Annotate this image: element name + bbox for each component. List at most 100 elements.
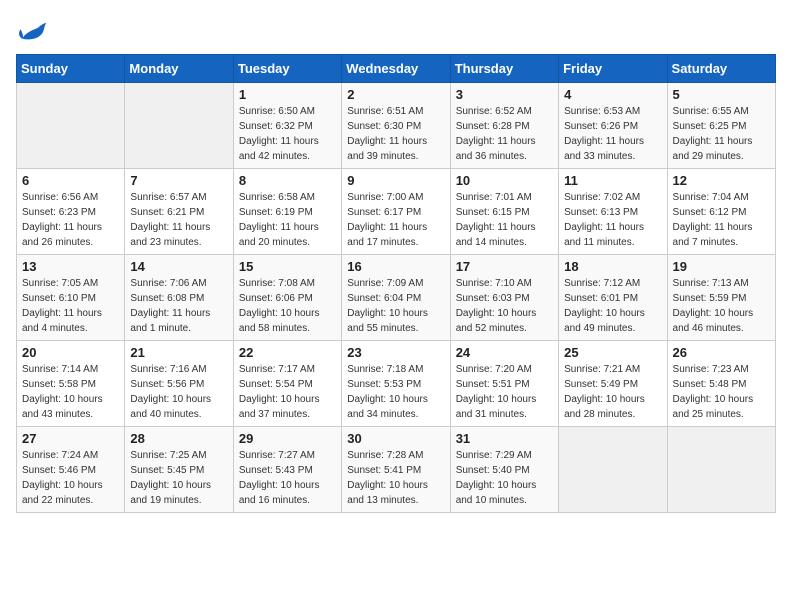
logo xyxy=(16,16,52,44)
weekday-header-wednesday: Wednesday xyxy=(342,55,450,83)
day-info: Sunrise: 7:04 AM Sunset: 6:12 PM Dayligh… xyxy=(673,190,770,250)
day-number: 5 xyxy=(673,87,770,102)
day-number: 21 xyxy=(130,345,227,360)
calendar-week-row: 6 Sunrise: 6:56 AM Sunset: 6:23 PM Daylig… xyxy=(17,169,776,255)
day-info: Sunrise: 6:50 AM Sunset: 6:32 PM Dayligh… xyxy=(239,104,336,164)
calendar-header: SundayMondayTuesdayWednesdayThursdayFrid… xyxy=(17,55,776,83)
day-number: 23 xyxy=(347,345,444,360)
calendar-cell: 12 Sunrise: 7:04 AM Sunset: 6:12 PM Dayli… xyxy=(667,169,775,255)
day-info: Sunrise: 6:53 AM Sunset: 6:26 PM Dayligh… xyxy=(564,104,661,164)
day-number: 27 xyxy=(22,431,119,446)
weekday-header-thursday: Thursday xyxy=(450,55,558,83)
calendar-cell: 31Sunrise: 7:29 AM Sunset: 5:40 PM Dayli… xyxy=(450,427,558,513)
day-info: Sunrise: 7:28 AM Sunset: 5:41 PM Dayligh… xyxy=(347,448,444,508)
day-info: Sunrise: 6:57 AM Sunset: 6:21 PM Dayligh… xyxy=(130,190,227,250)
day-info: Sunrise: 7:13 AM Sunset: 5:59 PM Dayligh… xyxy=(673,276,770,336)
calendar-cell: 14 Sunrise: 7:06 AM Sunset: 6:08 PM Dayli… xyxy=(125,255,233,341)
day-number: 28 xyxy=(130,431,227,446)
calendar-week-row: 27 Sunrise: 7:24 AM Sunset: 5:46 PM Dayli… xyxy=(17,427,776,513)
calendar-cell: 29 Sunrise: 7:27 AM Sunset: 5:43 PM Dayli… xyxy=(233,427,341,513)
calendar-cell: 22Sunrise: 7:17 AM Sunset: 5:54 PM Dayli… xyxy=(233,341,341,427)
weekday-header-row: SundayMondayTuesdayWednesdayThursdayFrid… xyxy=(17,55,776,83)
day-number: 17 xyxy=(456,259,553,274)
calendar-table: SundayMondayTuesdayWednesdayThursdayFrid… xyxy=(16,54,776,513)
day-info: Sunrise: 6:52 AM Sunset: 6:28 PM Dayligh… xyxy=(456,104,553,164)
day-number: 31 xyxy=(456,431,553,446)
day-info: Sunrise: 7:21 AM Sunset: 5:49 PM Dayligh… xyxy=(564,362,661,422)
day-info: Sunrise: 7:00 AM Sunset: 6:17 PM Dayligh… xyxy=(347,190,444,250)
weekday-header-friday: Friday xyxy=(559,55,667,83)
calendar-cell xyxy=(667,427,775,513)
calendar-cell: 16Sunrise: 7:09 AM Sunset: 6:04 PM Dayli… xyxy=(342,255,450,341)
day-number: 11 xyxy=(564,173,661,188)
day-number: 14 xyxy=(130,259,227,274)
day-info: Sunrise: 6:58 AM Sunset: 6:19 PM Dayligh… xyxy=(239,190,336,250)
day-info: Sunrise: 7:18 AM Sunset: 5:53 PM Dayligh… xyxy=(347,362,444,422)
day-number: 1 xyxy=(239,87,336,102)
day-info: Sunrise: 7:17 AM Sunset: 5:54 PM Dayligh… xyxy=(239,362,336,422)
day-info: Sunrise: 7:10 AM Sunset: 6:03 PM Dayligh… xyxy=(456,276,553,336)
day-number: 30 xyxy=(347,431,444,446)
calendar-cell xyxy=(125,83,233,169)
day-number: 29 xyxy=(239,431,336,446)
day-info: Sunrise: 7:06 AM Sunset: 6:08 PM Dayligh… xyxy=(130,276,227,336)
day-number: 20 xyxy=(22,345,119,360)
calendar-cell: 1 Sunrise: 6:50 AM Sunset: 6:32 PM Daylig… xyxy=(233,83,341,169)
calendar-week-row: 20 Sunrise: 7:14 AM Sunset: 5:58 PM Dayli… xyxy=(17,341,776,427)
day-info: Sunrise: 7:09 AM Sunset: 6:04 PM Dayligh… xyxy=(347,276,444,336)
day-number: 2 xyxy=(347,87,444,102)
day-number: 13 xyxy=(22,259,119,274)
day-number: 24 xyxy=(456,345,553,360)
day-info: Sunrise: 6:55 AM Sunset: 6:25 PM Dayligh… xyxy=(673,104,770,164)
day-info: Sunrise: 7:27 AM Sunset: 5:43 PM Dayligh… xyxy=(239,448,336,508)
calendar-cell: 8Sunrise: 6:58 AM Sunset: 6:19 PM Daylig… xyxy=(233,169,341,255)
day-info: Sunrise: 7:01 AM Sunset: 6:15 PM Dayligh… xyxy=(456,190,553,250)
calendar-body: 1 Sunrise: 6:50 AM Sunset: 6:32 PM Daylig… xyxy=(17,83,776,513)
day-info: Sunrise: 6:56 AM Sunset: 6:23 PM Dayligh… xyxy=(22,190,119,250)
calendar-cell: 5 Sunrise: 6:55 AM Sunset: 6:25 PM Daylig… xyxy=(667,83,775,169)
calendar-cell: 2 Sunrise: 6:51 AM Sunset: 6:30 PM Daylig… xyxy=(342,83,450,169)
day-info: Sunrise: 7:25 AM Sunset: 5:45 PM Dayligh… xyxy=(130,448,227,508)
calendar-cell: 23 Sunrise: 7:18 AM Sunset: 5:53 PM Dayli… xyxy=(342,341,450,427)
calendar-cell: 27 Sunrise: 7:24 AM Sunset: 5:46 PM Dayli… xyxy=(17,427,125,513)
calendar-cell: 19 Sunrise: 7:13 AM Sunset: 5:59 PM Dayli… xyxy=(667,255,775,341)
day-info: Sunrise: 7:14 AM Sunset: 5:58 PM Dayligh… xyxy=(22,362,119,422)
calendar-cell xyxy=(17,83,125,169)
calendar-week-row: 13 Sunrise: 7:05 AM Sunset: 6:10 PM Dayli… xyxy=(17,255,776,341)
day-info: Sunrise: 7:05 AM Sunset: 6:10 PM Dayligh… xyxy=(22,276,119,336)
weekday-header-saturday: Saturday xyxy=(667,55,775,83)
calendar-cell xyxy=(559,427,667,513)
calendar-cell: 3 Sunrise: 6:52 AM Sunset: 6:28 PM Daylig… xyxy=(450,83,558,169)
calendar-cell: 15 Sunrise: 7:08 AM Sunset: 6:06 PM Dayli… xyxy=(233,255,341,341)
day-info: Sunrise: 7:08 AM Sunset: 6:06 PM Dayligh… xyxy=(239,276,336,336)
calendar-cell: 6 Sunrise: 6:56 AM Sunset: 6:23 PM Daylig… xyxy=(17,169,125,255)
day-number: 4 xyxy=(564,87,661,102)
day-info: Sunrise: 7:12 AM Sunset: 6:01 PM Dayligh… xyxy=(564,276,661,336)
logo-bird-icon xyxy=(16,16,48,44)
weekday-header-tuesday: Tuesday xyxy=(233,55,341,83)
day-info: Sunrise: 7:02 AM Sunset: 6:13 PM Dayligh… xyxy=(564,190,661,250)
calendar-cell: 20 Sunrise: 7:14 AM Sunset: 5:58 PM Dayli… xyxy=(17,341,125,427)
day-number: 12 xyxy=(673,173,770,188)
weekday-header-sunday: Sunday xyxy=(17,55,125,83)
day-number: 25 xyxy=(564,345,661,360)
day-number: 15 xyxy=(239,259,336,274)
calendar-cell: 26Sunrise: 7:23 AM Sunset: 5:48 PM Dayli… xyxy=(667,341,775,427)
day-number: 19 xyxy=(673,259,770,274)
day-number: 26 xyxy=(673,345,770,360)
day-info: Sunrise: 7:24 AM Sunset: 5:46 PM Dayligh… xyxy=(22,448,119,508)
day-info: Sunrise: 6:51 AM Sunset: 6:30 PM Dayligh… xyxy=(347,104,444,164)
page-header xyxy=(16,16,776,44)
day-number: 3 xyxy=(456,87,553,102)
day-number: 6 xyxy=(22,173,119,188)
calendar-cell: 30 Sunrise: 7:28 AM Sunset: 5:41 PM Dayli… xyxy=(342,427,450,513)
calendar-cell: 7Sunrise: 6:57 AM Sunset: 6:21 PM Daylig… xyxy=(125,169,233,255)
day-info: Sunrise: 7:16 AM Sunset: 5:56 PM Dayligh… xyxy=(130,362,227,422)
calendar-cell: 11 Sunrise: 7:02 AM Sunset: 6:13 PM Dayli… xyxy=(559,169,667,255)
calendar-cell: 28 Sunrise: 7:25 AM Sunset: 5:45 PM Dayli… xyxy=(125,427,233,513)
day-number: 18 xyxy=(564,259,661,274)
calendar-cell: 4 Sunrise: 6:53 AM Sunset: 6:26 PM Daylig… xyxy=(559,83,667,169)
calendar-cell: 13 Sunrise: 7:05 AM Sunset: 6:10 PM Dayli… xyxy=(17,255,125,341)
calendar-cell: 17 Sunrise: 7:10 AM Sunset: 6:03 PM Dayli… xyxy=(450,255,558,341)
day-number: 9 xyxy=(347,173,444,188)
